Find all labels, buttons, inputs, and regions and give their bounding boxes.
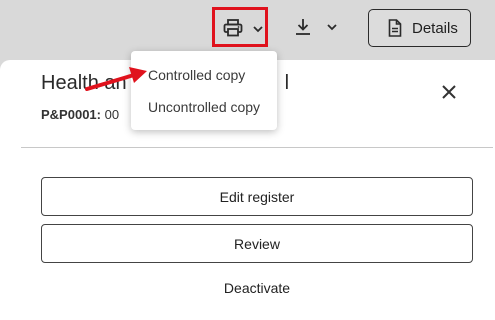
- review-button[interactable]: Review: [41, 224, 473, 263]
- details-button[interactable]: Details: [368, 9, 471, 47]
- document-code-label: P&P0001:: [41, 107, 101, 122]
- page-title-end: l: [284, 72, 290, 94]
- document-code: P&P0001: 00: [41, 107, 119, 122]
- annotation-arrow: [85, 67, 147, 91]
- menu-item-controlled-copy[interactable]: Controlled copy: [148, 67, 245, 83]
- edit-register-button[interactable]: Edit register: [41, 177, 473, 216]
- printer-icon: [223, 19, 243, 42]
- document-code-value: 00: [104, 107, 120, 122]
- details-label: Details: [412, 20, 458, 37]
- divider: [21, 147, 493, 148]
- deactivate-button[interactable]: Deactivate: [41, 280, 473, 296]
- download-menu-button[interactable]: [294, 16, 344, 40]
- close-icon[interactable]: [440, 83, 458, 106]
- chevron-down-icon: [326, 20, 338, 38]
- download-icon: [294, 18, 312, 41]
- chevron-down-icon: [252, 22, 264, 40]
- document-icon: [388, 19, 402, 42]
- print-dropdown-menu: Controlled copy Uncontrolled copy: [131, 51, 277, 130]
- menu-item-uncontrolled-copy[interactable]: Uncontrolled copy: [148, 99, 260, 115]
- print-menu-button[interactable]: [212, 7, 268, 47]
